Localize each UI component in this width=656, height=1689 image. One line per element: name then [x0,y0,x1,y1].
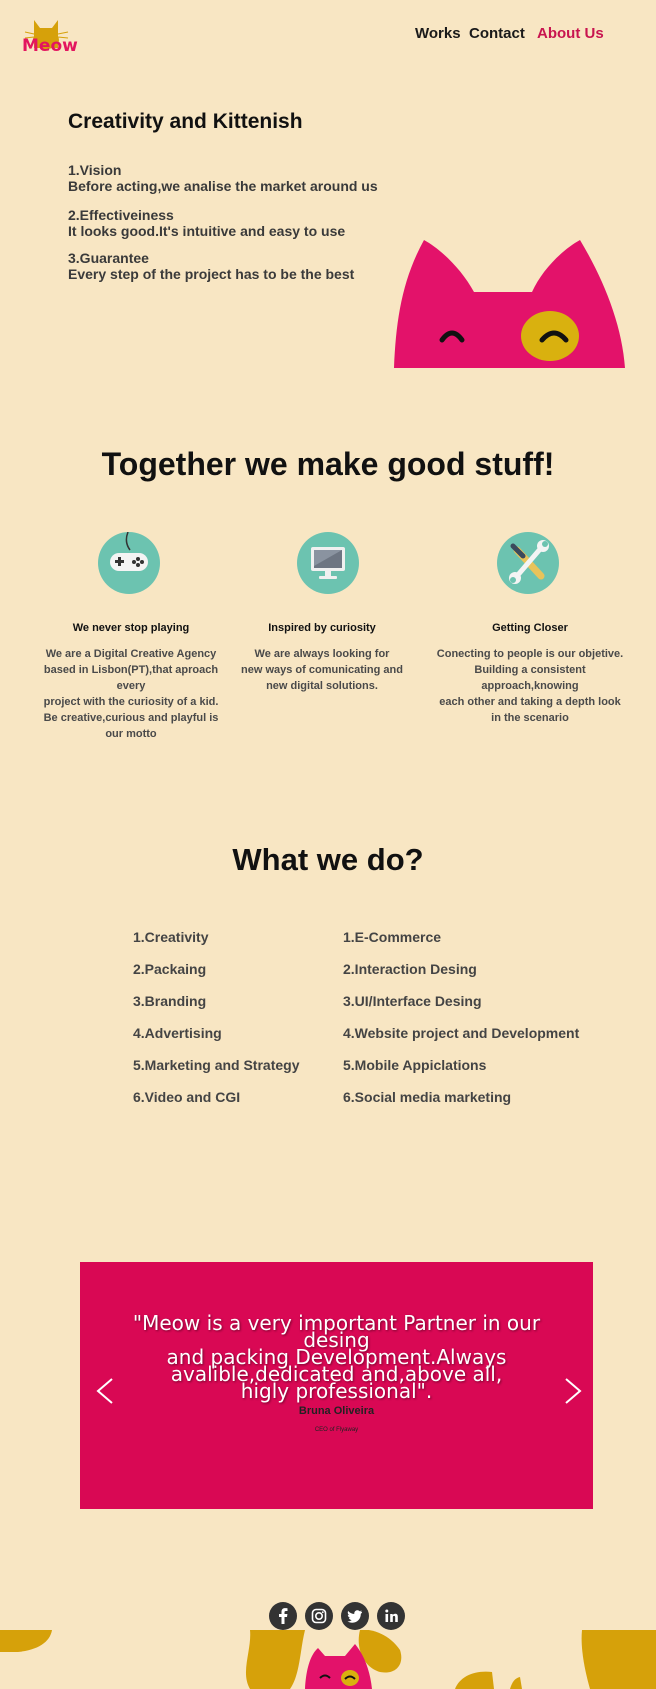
intro-title: Creativity and Kittenish [68,110,303,133]
service-item: 3.UI/Interface Desing [343,993,482,1009]
nav-contact[interactable]: Contact [469,25,525,42]
facebook-icon[interactable] [269,1602,297,1630]
service-item: 3.Branding [133,993,207,1009]
feature-title: Inspired by curiosity [268,622,376,634]
nav-works[interactable]: Works [415,25,461,42]
service-item: 1.Creativity [133,929,209,945]
footer-cats-illustration-icon [0,1630,656,1689]
service-item: 6.Social media marketing [343,1089,512,1105]
service-item: 2.Interaction Desing [343,961,477,977]
arrow-right-icon[interactable] [560,1376,586,1406]
feature-description: We are always looking for new ways of co… [241,648,403,692]
gamepad-icon [98,531,160,594]
feature-title: We never stop playing [72,622,190,634]
service-item: 2.Packaing [133,961,207,977]
service-item: 6.Video and CGI [133,1089,241,1105]
feature-description: Conecting to people is our objetive. Bui… [436,648,624,724]
intro-item-text: Before acting,we analise the market arou… [68,178,378,194]
tools-icon [497,532,559,594]
intro-item-heading: 2.Effectiveiness [68,207,174,223]
cat-illustration-icon [394,240,625,368]
testimonial-quote: "Meow is a very important Partner in our… [132,1311,541,1403]
nav-about-us[interactable]: About Us [537,25,604,42]
intro-item-heading: 1.Vision [68,162,122,178]
service-item: 5.Marketing and Strategy [133,1057,300,1073]
intro-item-text: Every step of the project has to be the … [68,266,355,282]
together-title: Together we make good stuff! [101,446,555,482]
linkedin-icon[interactable] [377,1602,405,1630]
logo-text[interactable]: Meow [22,36,78,56]
feature-description: We are a Digital Creative Agency based i… [43,648,219,740]
twitter-icon[interactable] [341,1602,369,1630]
services-title: What we do? [232,842,424,877]
arrow-left-icon[interactable] [92,1376,118,1406]
monitor-icon [297,532,359,594]
intro-item-heading: 3.Guarantee [68,250,149,266]
instagram-icon[interactable] [305,1602,333,1630]
testimonial-author: Bruna Oliveira [298,1405,375,1417]
service-item: 4.Website project and Development [343,1025,580,1041]
testimonial-role: CEO of Flyaway [314,1427,359,1433]
feature-title: Getting Closer [492,622,568,634]
service-item: 4.Advertising [133,1025,222,1041]
service-item: 5.Mobile Appiclations [343,1057,487,1073]
service-item: 1.E-Commerce [343,929,442,945]
intro-item-text: It looks good.It's intuitive and easy to… [68,223,346,239]
